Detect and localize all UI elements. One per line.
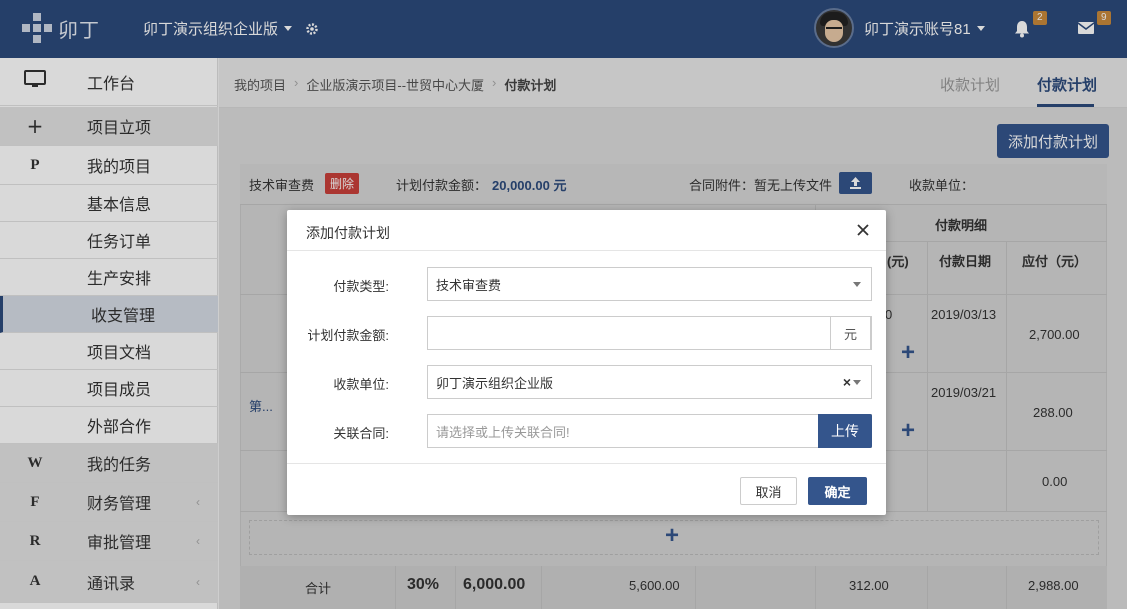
payee-field-label: 收款单位: bbox=[333, 377, 389, 392]
chevron-down-icon bbox=[853, 282, 861, 287]
cancel-button[interactable]: 取消 bbox=[740, 477, 797, 505]
pay-type-value: 技术审查费 bbox=[436, 277, 502, 293]
pay-type-select[interactable]: 技术审查费 bbox=[427, 267, 872, 301]
close-icon[interactable] bbox=[853, 221, 873, 241]
amount-label: 计划付款金额: bbox=[307, 328, 389, 343]
dialog-header: 添加付款计划 bbox=[287, 210, 886, 251]
confirm-button[interactable]: 确定 bbox=[808, 477, 867, 505]
amount-unit: 元 bbox=[830, 316, 871, 350]
amount-input[interactable]: 元 bbox=[427, 316, 872, 350]
dialog-footer: 取消 确定 bbox=[287, 463, 886, 515]
clear-icon[interactable]: × bbox=[843, 374, 851, 390]
upload-contract-button[interactable]: 上传 bbox=[818, 414, 872, 448]
add-pay-plan-dialog: 添加付款计划 付款类型: 技术审查费 计划付款金额: 元 收款单位: 卯丁演示组… bbox=[287, 210, 886, 515]
pay-type-label: 付款类型: bbox=[333, 279, 389, 294]
dialog-title: 添加付款计划 bbox=[306, 225, 390, 241]
contract-placeholder: 请选择或上传关联合同! bbox=[436, 424, 570, 440]
payee-value: 卯丁演示组织企业版 bbox=[436, 375, 554, 391]
contract-input[interactable]: 请选择或上传关联合同! 上传 bbox=[427, 414, 872, 448]
chevron-down-icon bbox=[853, 380, 861, 385]
payee-select[interactable]: 卯丁演示组织企业版 × bbox=[427, 365, 872, 399]
contract-label: 关联合同: bbox=[333, 426, 389, 441]
